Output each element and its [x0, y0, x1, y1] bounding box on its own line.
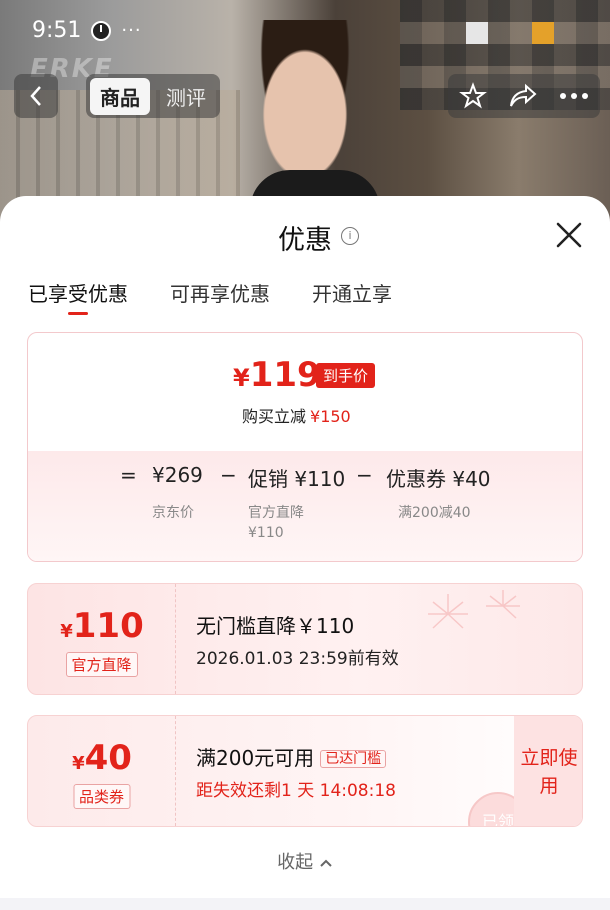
coupon-value: ¥40: [72, 738, 132, 778]
close-icon[interactable]: [552, 218, 586, 252]
discount-tabs: 已享受优惠 可再享优惠 开通立享: [28, 278, 392, 307]
tab-product[interactable]: 商品: [90, 77, 150, 115]
threshold-badge: 已达门槛: [320, 750, 387, 768]
promo-note-amount: ¥110: [248, 525, 284, 541]
jd-price: ¥269: [152, 463, 203, 487]
fireworks-icon: [428, 590, 520, 629]
coupon-amount: 优惠券 ¥40: [386, 467, 491, 491]
tab-activate[interactable]: 开通立享: [312, 278, 392, 307]
minus-sign: −: [220, 463, 237, 487]
coupon-validity: 2026.01.03 23:59前有效: [196, 649, 399, 669]
back-button[interactable]: [14, 74, 58, 118]
discount-sheet: 优惠 i 已享受优惠 可再享优惠 开通立享 ¥119 到手价 购买立减 ¥150 …: [0, 196, 610, 910]
coupon-type-tag: 官方直降: [65, 652, 138, 677]
more-icon[interactable]: [559, 92, 589, 100]
final-price-badge: 到手价: [316, 363, 376, 388]
coupon-value: ¥110: [60, 606, 144, 646]
coupon-value-section: ¥110 官方直降: [28, 584, 176, 694]
coupon-card[interactable]: ¥40 品类券 满200元可用 已达门槛 距失效还剩1 天 14:08:18 已领…: [27, 715, 583, 827]
top-tabs: 商品 测评: [86, 74, 220, 118]
jd-price-note: 京东价: [152, 505, 194, 521]
back-icon: [30, 86, 41, 106]
mosaic-block-orange: [532, 22, 554, 44]
tab-more-available[interactable]: 可再享优惠: [170, 278, 270, 307]
collapse-button[interactable]: 收起: [0, 848, 610, 874]
active-tab-indicator: [68, 312, 88, 315]
promo-amount: 促销 ¥110: [248, 467, 346, 491]
coupon-title: 满200元可用 已达门槛: [196, 742, 387, 771]
coupon-note: 满200减40: [398, 505, 471, 521]
bottom-divider: [0, 898, 610, 910]
info-icon[interactable]: i: [341, 227, 359, 245]
coupon-card[interactable]: ¥110 官方直降 无门槛直降￥110 2026.01.03 23:59前有效: [27, 583, 583, 695]
use-now-button[interactable]: 立即使用: [514, 716, 582, 826]
status-bar: 9:51 ···: [32, 18, 142, 43]
minus-sign: −: [356, 463, 373, 487]
status-time: 9:51: [32, 18, 82, 43]
mosaic-block-white: [466, 22, 488, 44]
coupon-type-tag: 品类券: [72, 784, 131, 809]
tab-enjoyed[interactable]: 已享受优惠: [28, 278, 128, 307]
share-icon[interactable]: [508, 83, 538, 109]
coupon-countdown: 距失效还剩1 天 14:08:18: [196, 781, 396, 801]
price-summary-card: ¥119 到手价 购买立减 ¥150 = ¥269 − 促销 ¥110 − 优惠券…: [27, 332, 583, 562]
star-icon[interactable]: [458, 82, 487, 110]
final-price: ¥119: [233, 355, 321, 395]
tab-review[interactable]: 测评: [156, 78, 216, 115]
sheet-title: 优惠: [278, 225, 332, 256]
promo-note: 官方直降: [248, 505, 304, 521]
buy-reduce: 购买立减 ¥150: [242, 407, 351, 426]
coupon-title: 无门槛直降￥110: [196, 614, 355, 638]
clock-icon: [91, 20, 112, 41]
chevron-up-icon: [320, 859, 332, 867]
top-actions: [448, 74, 600, 118]
coupon-value-section: ¥40 品类券: [28, 716, 176, 826]
status-more: ···: [121, 20, 142, 41]
equals-sign: =: [120, 463, 137, 487]
